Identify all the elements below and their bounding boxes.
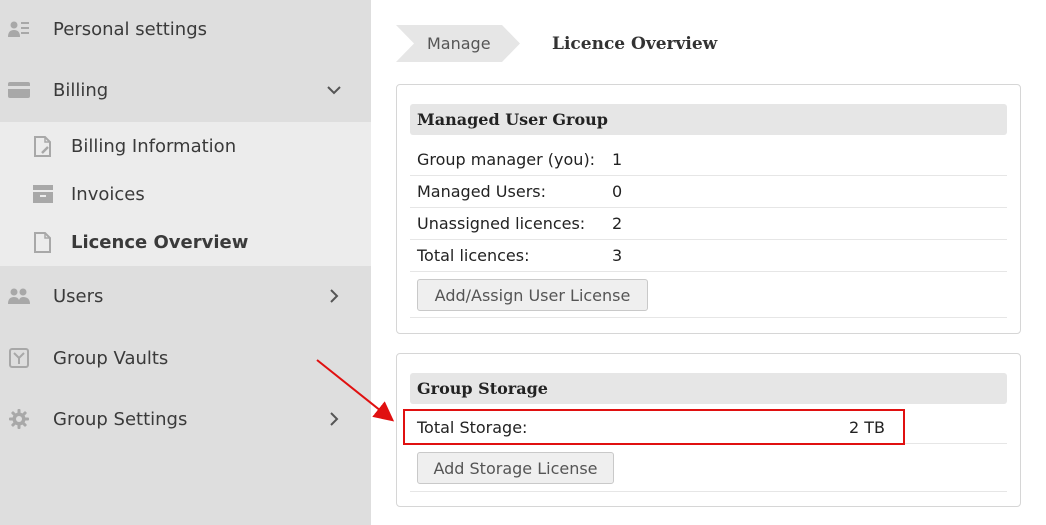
info-row: Managed Users: 0 [410, 176, 1007, 208]
sidebar-item-billing[interactable]: Billing [0, 61, 371, 119]
sidebar-item-group-settings[interactable]: Group Settings [0, 390, 371, 448]
row-label: Total licences: [417, 246, 530, 265]
panel-header: Managed User Group [410, 104, 1007, 135]
panel-title: Managed User Group [417, 110, 608, 129]
sidebar: Personal settings Billing Billing Inform… [0, 0, 371, 525]
row-label: Managed Users: [417, 182, 546, 201]
invoice-icon [33, 183, 53, 205]
sidebar-item-label: Group Vaults [53, 347, 169, 369]
document-icon [33, 231, 53, 253]
add-assign-user-license-button[interactable]: Add/Assign User License [417, 279, 648, 311]
sidebar-item-users[interactable]: Users [0, 267, 371, 325]
sub-item-label: Billing Information [71, 135, 237, 157]
sidebar-item-group-vaults[interactable]: Group Vaults [0, 329, 371, 387]
chevron-down-icon[interactable] [327, 83, 341, 97]
info-row: Group manager (you): 1 [410, 144, 1007, 176]
add-storage-license-button[interactable]: Add Storage License [417, 452, 614, 484]
row-value: 0 [612, 182, 623, 201]
sidebar-item-label: Personal settings [53, 18, 208, 40]
page-title: Licence Overview [552, 34, 718, 54]
row-label: Group manager (you): [417, 150, 596, 169]
highlight-box [403, 409, 905, 445]
row-value: 3 [612, 246, 623, 265]
vault-icon [8, 347, 30, 369]
sidebar-item-licence-overview[interactable]: Licence Overview [0, 218, 371, 266]
row-label: Unassigned licences: [417, 214, 586, 233]
panel-header: Group Storage [410, 373, 1007, 404]
card-icon [8, 79, 30, 101]
sub-item-label: Licence Overview [71, 231, 249, 253]
sidebar-item-label: Users [53, 285, 104, 307]
breadcrumb-parent-label: Manage [427, 34, 491, 53]
sidebar-item-label: Billing [53, 79, 109, 101]
divider [410, 491, 1007, 492]
gear-icon [8, 408, 30, 430]
chevron-right-icon[interactable] [327, 289, 341, 303]
sidebar-item-label: Group Settings [53, 408, 188, 430]
chevron-right-icon[interactable] [327, 412, 341, 426]
divider [410, 317, 1007, 318]
document-edit-icon [33, 135, 53, 157]
panel-title: Group Storage [417, 379, 548, 398]
info-row: Total licences: 3 [410, 240, 1007, 272]
managed-user-group-panel: Managed User Group Group manager (you): … [396, 84, 1021, 334]
sidebar-item-billing-information[interactable]: Billing Information [0, 122, 371, 170]
users-icon [8, 285, 30, 307]
row-value: 2 [612, 214, 623, 233]
info-row: Unassigned licences: 2 [410, 208, 1007, 240]
row-value: 1 [612, 150, 623, 169]
sidebar-item-invoices[interactable]: Invoices [0, 170, 371, 218]
breadcrumb-manage[interactable]: Manage [396, 25, 520, 62]
sidebar-item-personal-settings[interactable]: Personal settings [0, 0, 371, 58]
user-settings-icon [8, 18, 30, 40]
billing-submenu: Billing Information Invoices Licence Ove… [0, 122, 371, 266]
sub-item-label: Invoices [71, 183, 145, 205]
